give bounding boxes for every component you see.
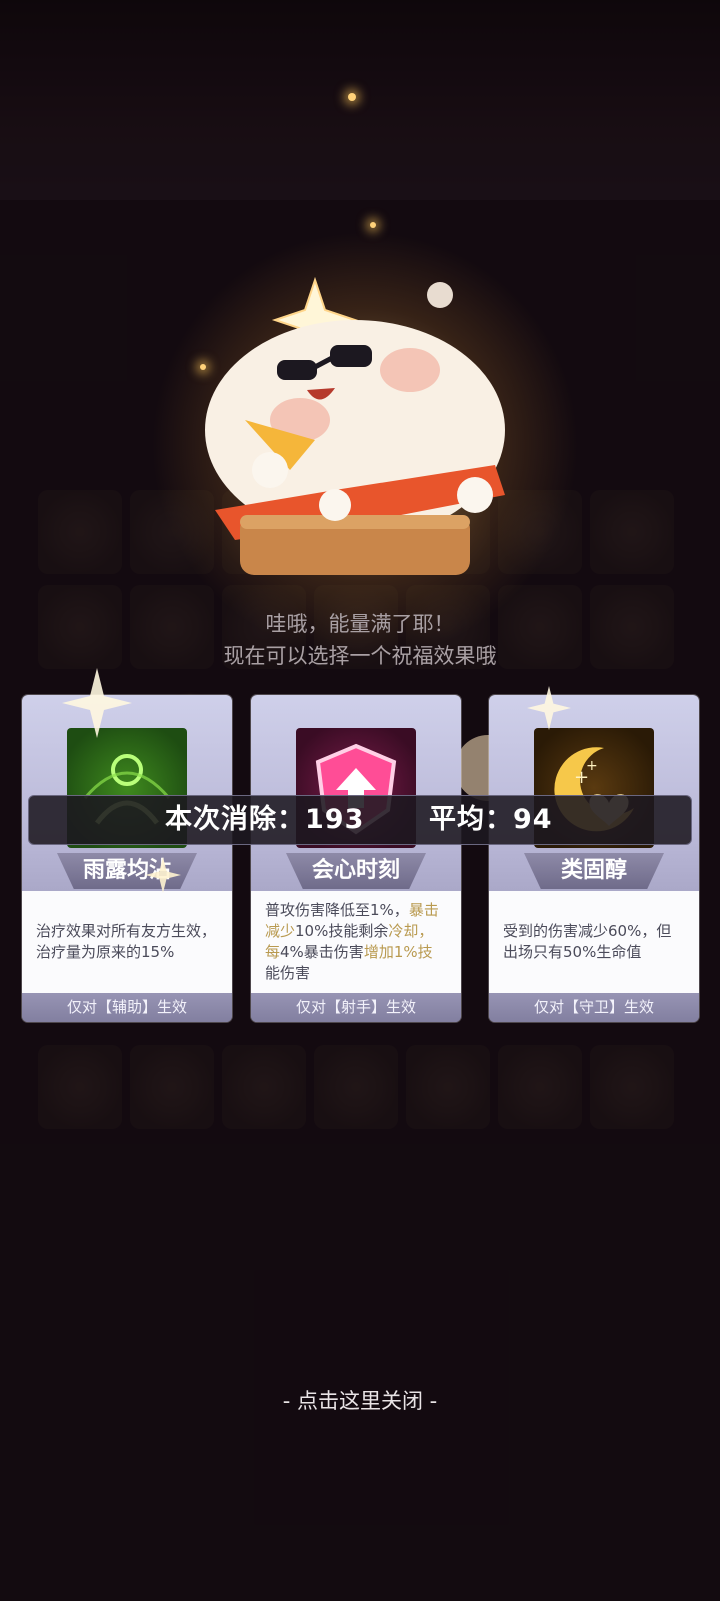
- card-description: 受到的伤害减少60%，但出场只有50%生命值: [489, 891, 699, 993]
- card-scope: 仅对【辅助】生效: [22, 993, 232, 1022]
- blessing-card-crit[interactable]: 会心时刻 普攻伤害降低至1%，暴击减少10%技能剩余冷却，每4%暴击伤害增加1%…: [251, 695, 461, 1022]
- average-score: 平均：94: [429, 796, 553, 844]
- card-description: 治疗效果对所有友方生效，治疗量为原来的15%: [22, 891, 232, 993]
- blessing-card-healing[interactable]: 雨露均沾 治疗效果对所有友方生效，治疗量为原来的15% 仅对【辅助】生效: [22, 695, 232, 1022]
- description-text: 4%暴击伤害: [280, 943, 364, 961]
- description-text: 能伤害: [265, 964, 311, 982]
- blessing-card-steroid[interactable]: + + 类固醇 受到的伤害减少60%，但出场只有50%生命值 仅对【守卫】生效: [489, 695, 699, 1022]
- clear-count-label: 本次消除：: [165, 804, 305, 835]
- average-value: 94: [513, 804, 553, 835]
- card-title: 类固醇: [524, 853, 664, 889]
- sparkle-star-icon: [527, 686, 571, 730]
- card-title: 会心时刻: [286, 853, 426, 889]
- score-bar: 本次消除：193 平均：94: [28, 795, 692, 845]
- description-text: 10%技能剩余: [295, 922, 389, 940]
- sparkle-star-icon: [145, 857, 181, 893]
- average-label: 平均：: [429, 804, 513, 835]
- card-description: 普攻伤害降低至1%，暴击减少10%技能剩余冷却，每4%暴击伤害增加1%技能伤害: [251, 891, 461, 993]
- sparkle: [370, 222, 376, 228]
- description-text: 治疗效果对所有友方生效，治疗量为原来的15%: [36, 922, 217, 961]
- sparkle-star-icon: [62, 668, 132, 738]
- clear-count: 本次消除：193: [165, 796, 364, 844]
- svg-text:+: +: [586, 758, 598, 774]
- clear-count-value: 193: [305, 804, 365, 835]
- card-scope: 仅对【守卫】生效: [489, 993, 699, 1022]
- energy-full-message: 哇哦，能量满了耶！: [265, 612, 455, 636]
- description-text: 普攻伤害降低至1%，: [265, 901, 409, 919]
- close-hint-button[interactable]: - 点击这里关闭 -: [0, 1385, 720, 1415]
- mascot-bun-character: [205, 276, 505, 575]
- description-highlight: 增加1%技: [363, 943, 433, 961]
- description-text: 受到的伤害减少60%，但出场只有50%生命值: [503, 922, 672, 961]
- card-scope: 仅对【射手】生效: [251, 993, 461, 1022]
- sparkle: [348, 93, 356, 101]
